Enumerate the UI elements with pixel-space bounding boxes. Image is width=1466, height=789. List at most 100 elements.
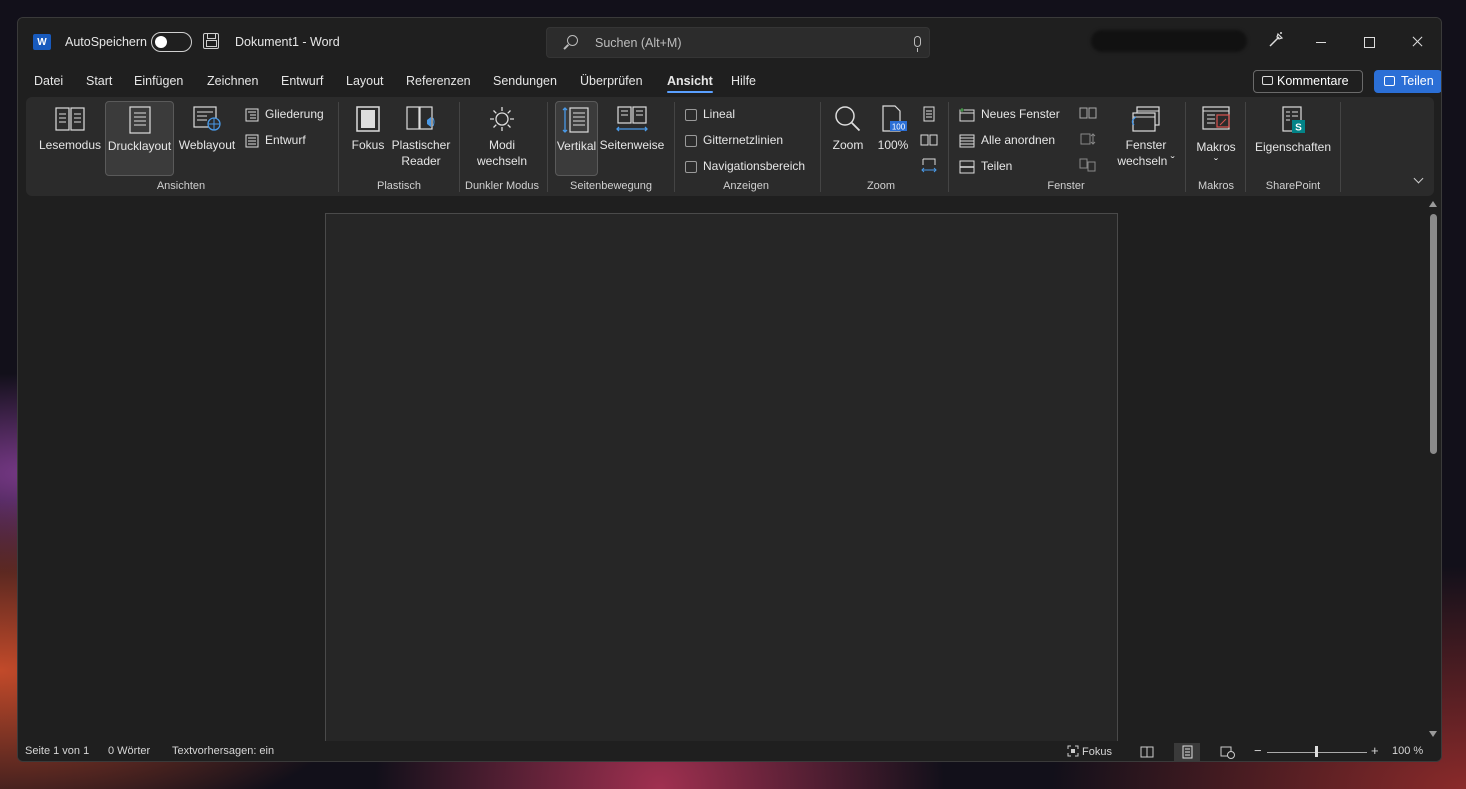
gliederung-button[interactable]: Gliederung — [245, 106, 324, 122]
zoom-out-button[interactable]: − — [1254, 743, 1262, 758]
split-icon — [959, 160, 975, 174]
ribbon-ansicht: Lesemodus Drucklayout Weblayout Gliederu… — [26, 97, 1434, 196]
immersive-reader-icon — [406, 106, 435, 130]
sync-scroll-button[interactable] — [1079, 132, 1097, 150]
one-page-button[interactable] — [922, 106, 936, 126]
side-by-side-icon — [1079, 107, 1097, 119]
alle-anordnen-label: Alle anordnen — [981, 133, 1056, 147]
share-button[interactable]: Teilen — [1374, 70, 1441, 93]
eigenschaften-button[interactable]: S Eigenschaften — [1251, 105, 1335, 175]
document-page[interactable] — [325, 213, 1118, 753]
plastischer-reader-button[interactable]: Plastischer Reader — [390, 105, 452, 175]
macros-icon — [1202, 106, 1230, 130]
group-label-zoom: Zoom — [866, 180, 896, 192]
multiple-pages-button[interactable] — [920, 132, 938, 152]
ribbon-separator — [547, 102, 548, 192]
new-window-icon — [959, 107, 975, 122]
seitenweise-button[interactable]: Seitenweise — [599, 105, 665, 175]
alle-anordnen-button[interactable]: Alle anordnen — [959, 132, 1055, 148]
zoom-icon-badge: 100 — [892, 123, 906, 132]
tab-zeichnen[interactable]: Zeichnen — [207, 74, 258, 88]
tab-ansicht[interactable]: Ansicht — [667, 74, 713, 93]
zoom-button[interactable]: Zoom — [826, 105, 870, 175]
page-width-button[interactable] — [920, 158, 938, 178]
ribbon-expand-chevron-icon[interactable] — [1412, 173, 1426, 187]
zoom-slider-thumb[interactable] — [1315, 746, 1318, 757]
scroll-up-arrow-icon[interactable] — [1429, 201, 1437, 207]
sharepoint-icon-letter: S — [1295, 123, 1302, 134]
tab-ueberpruefen[interactable]: Überprüfen — [580, 74, 643, 88]
lesemodus-button[interactable]: Lesemodus — [36, 105, 104, 175]
fokus-button[interactable]: Fokus — [346, 105, 390, 175]
word-window: W AutoSpeichern Dokument1 - Word Suchen … — [17, 17, 1442, 762]
teilen-split-label: Teilen — [981, 159, 1013, 173]
ribbon-separator — [948, 102, 949, 192]
web-layout-view-button[interactable] — [1214, 743, 1240, 761]
lineal-checkbox[interactable]: Lineal — [685, 106, 735, 122]
save-icon[interactable] — [203, 33, 219, 49]
plastischer-reader-label-2: Reader — [401, 154, 441, 168]
designer-wand-icon[interactable] — [1267, 31, 1285, 49]
read-mode-view-button[interactable] — [1134, 743, 1160, 761]
zoom-in-button[interactable]: + — [1371, 743, 1379, 758]
autosave-toggle[interactable] — [151, 32, 192, 52]
word-count[interactable]: 0 Wörter — [108, 745, 150, 757]
close-button[interactable] — [1404, 28, 1430, 56]
drucklayout-button[interactable]: Drucklayout — [105, 101, 174, 176]
ribbon-separator — [674, 102, 675, 192]
zoom-100-button[interactable]: 100 100% — [872, 105, 914, 175]
vertikal-button[interactable]: Vertikal — [555, 101, 598, 176]
gitternetzlinien-checkbox[interactable]: Gitternetzlinien — [685, 132, 783, 148]
weblayout-button[interactable]: Weblayout — [175, 105, 239, 175]
web-layout-icon — [1220, 746, 1235, 759]
zoom-level[interactable]: 100 % — [1392, 745, 1423, 757]
reset-window-icon — [1079, 158, 1096, 172]
teilen-split-button[interactable]: Teilen — [959, 158, 1012, 174]
tab-datei[interactable]: Datei — [34, 74, 63, 88]
navigationsbereich-checkbox[interactable]: Navigationsbereich — [685, 158, 805, 174]
neues-fenster-button[interactable]: Neues Fenster — [959, 106, 1060, 122]
modi-wechseln-button[interactable]: Modi wechseln — [471, 105, 533, 175]
account-area[interactable] — [1091, 30, 1247, 52]
maximize-button[interactable] — [1356, 28, 1382, 56]
tab-layout[interactable]: Layout — [346, 74, 384, 88]
tab-sendungen[interactable]: Sendungen — [493, 74, 557, 88]
sharepoint-properties-icon: S — [1282, 106, 1305, 134]
group-label-seitenbewegung: Seitenbewegung — [570, 180, 652, 192]
ribbon-separator — [1340, 102, 1341, 192]
switch-windows-icon — [1131, 106, 1160, 132]
scroll-down-arrow-icon[interactable] — [1429, 731, 1437, 737]
checkbox-icon — [685, 134, 697, 147]
group-label-makros: Makros — [1197, 180, 1235, 192]
text-predictions[interactable]: Textvorhersagen: ein — [172, 745, 274, 757]
side-by-side-button[interactable] — [1079, 106, 1097, 124]
page-count[interactable]: Seite 1 von 1 — [25, 745, 89, 757]
ribbon-separator — [338, 102, 339, 192]
fenster-wechseln-button[interactable]: Fenster wechseln ˇ — [1111, 105, 1181, 175]
focus-mode-button[interactable]: Fokus — [1067, 745, 1112, 758]
makros-button[interactable]: Makros ˇ — [1190, 105, 1242, 175]
scroll-thumb[interactable] — [1430, 214, 1437, 454]
tab-referenzen[interactable]: Referenzen — [406, 74, 471, 88]
word-app-icon[interactable]: W — [33, 34, 51, 50]
tab-hilfe[interactable]: Hilfe — [731, 74, 756, 88]
comment-icon — [1262, 76, 1273, 85]
comments-button[interactable]: Kommentare — [1253, 70, 1363, 93]
outline-icon — [245, 108, 259, 122]
tab-start[interactable]: Start — [86, 74, 112, 88]
vertical-scrollbar[interactable] — [1426, 198, 1441, 740]
print-layout-view-button[interactable] — [1174, 743, 1200, 761]
vertikal-label: Vertikal — [556, 139, 597, 153]
tab-entwurf[interactable]: Entwurf — [281, 74, 323, 88]
tab-einfuegen[interactable]: Einfügen — [134, 74, 183, 88]
entwurf-view-button[interactable]: Entwurf — [245, 132, 306, 148]
microphone-icon[interactable] — [914, 36, 921, 52]
document-canvas[interactable] — [18, 198, 1426, 753]
focus-icon — [1067, 745, 1079, 757]
reset-window-button[interactable] — [1079, 158, 1097, 176]
group-label-sharepoint: SharePoint — [1265, 180, 1321, 192]
search-input[interactable]: Suchen (Alt+M) — [546, 27, 930, 58]
document-title[interactable]: Dokument1 - Word — [235, 35, 340, 49]
checkbox-icon — [685, 108, 697, 121]
minimize-button[interactable] — [1308, 28, 1334, 56]
